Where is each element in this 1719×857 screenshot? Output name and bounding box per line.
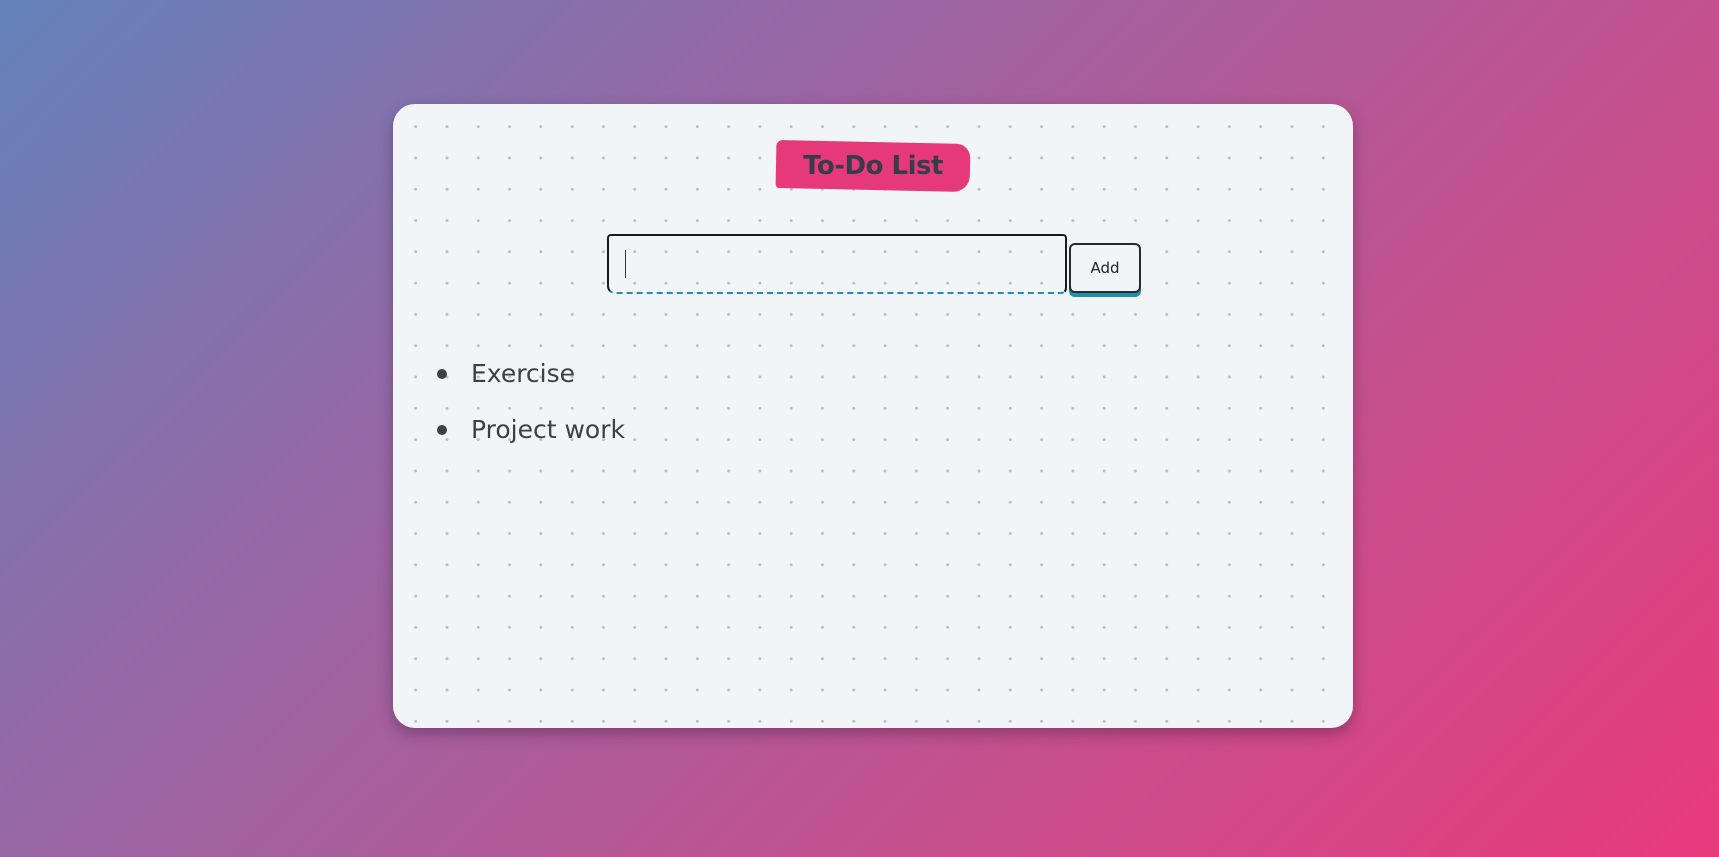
list-item[interactable]: Project work xyxy=(437,410,625,466)
add-button[interactable]: Add xyxy=(1069,243,1141,293)
title-badge: To-Do List xyxy=(775,139,971,193)
todo-card: To-Do List Add Exercise Project work xyxy=(393,104,1353,728)
bullet-icon xyxy=(437,369,447,379)
text-caret xyxy=(625,250,626,278)
task-input[interactable] xyxy=(607,234,1067,294)
todo-text: Project work xyxy=(471,415,625,444)
todo-list: Exercise Project work xyxy=(437,354,625,466)
page-title: To-Do List xyxy=(803,151,943,181)
bullet-icon xyxy=(437,425,447,435)
todo-text: Exercise xyxy=(471,359,576,388)
list-item[interactable]: Exercise xyxy=(437,354,625,410)
